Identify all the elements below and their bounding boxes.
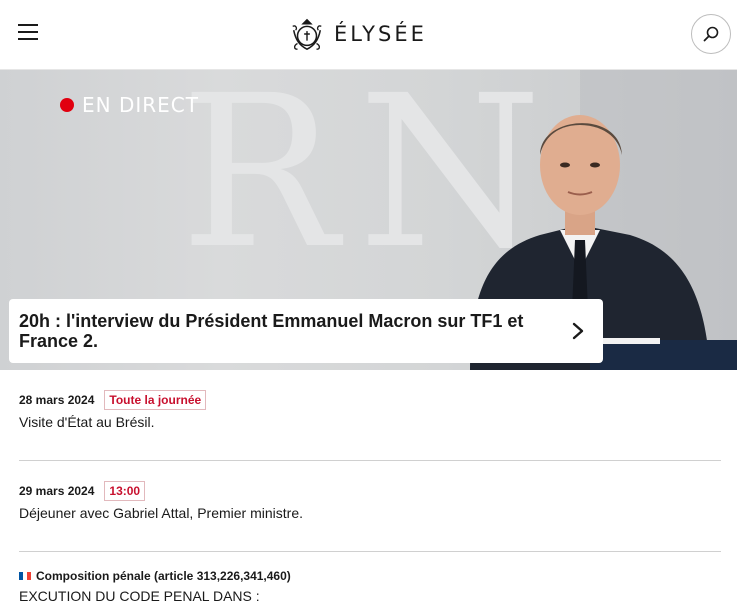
agenda-title: Visite d'État au Brésil. — [19, 414, 155, 430]
search-button[interactable] — [691, 14, 731, 54]
legal-note-body: EXCUTION DU CODE PENAL DANS : — [19, 588, 260, 604]
elysee-emblem-icon — [292, 18, 322, 51]
live-label: EN DIRECT — [82, 93, 199, 117]
agenda-date: 28 mars 2024 — [19, 393, 95, 407]
agenda-list: 28 mars 2024 Toute la journée Visite d'É… — [19, 370, 721, 604]
live-badge: EN DIRECT — [60, 93, 199, 117]
menu-button[interactable] — [18, 24, 40, 44]
agenda-time-badge: Toute la journée — [104, 390, 207, 410]
agenda-date: 29 mars 2024 — [19, 484, 95, 498]
hero-headline: 20h : l'interview du Président Emmanuel … — [19, 311, 524, 351]
agenda-item[interactable]: 29 mars 2024 13:00 Déjeuner avec Gabriel… — [19, 461, 721, 552]
chevron-right-icon[interactable] — [571, 321, 585, 341]
hamburger-line — [18, 31, 38, 33]
agenda-title: Déjeuner avec Gabriel Attal, Premier min… — [19, 505, 303, 521]
agenda-item[interactable]: 28 mars 2024 Toute la journée Visite d'É… — [19, 370, 721, 461]
french-flag-icon — [19, 572, 31, 580]
agenda-item-meta: 28 mars 2024 Toute la journée — [19, 390, 721, 410]
live-dot-icon — [60, 98, 74, 112]
legal-note-heading-row: Composition pénale (article 313,226,341,… — [19, 569, 721, 583]
legal-note: Composition pénale (article 313,226,341,… — [19, 552, 721, 604]
brand-name: ÉLYSÉE — [334, 22, 427, 46]
site-header: ÉLYSÉE — [0, 0, 737, 70]
agenda-item-meta: 29 mars 2024 13:00 — [19, 481, 721, 501]
hero-headline-card[interactable]: 20h : l'interview du Président Emmanuel … — [9, 299, 603, 363]
hero-live-banner[interactable]: RN EN DIRECT 20h : l'interview du Présid… — [0, 70, 737, 370]
legal-note-heading: Composition pénale (article 313,226,341,… — [36, 569, 291, 583]
hamburger-menu-icon — [18, 24, 38, 26]
agenda-time-badge: 13:00 — [104, 481, 146, 501]
hamburger-line — [18, 38, 38, 40]
search-icon — [703, 26, 719, 42]
brand-logo-link[interactable]: ÉLYSÉE — [288, 14, 427, 54]
